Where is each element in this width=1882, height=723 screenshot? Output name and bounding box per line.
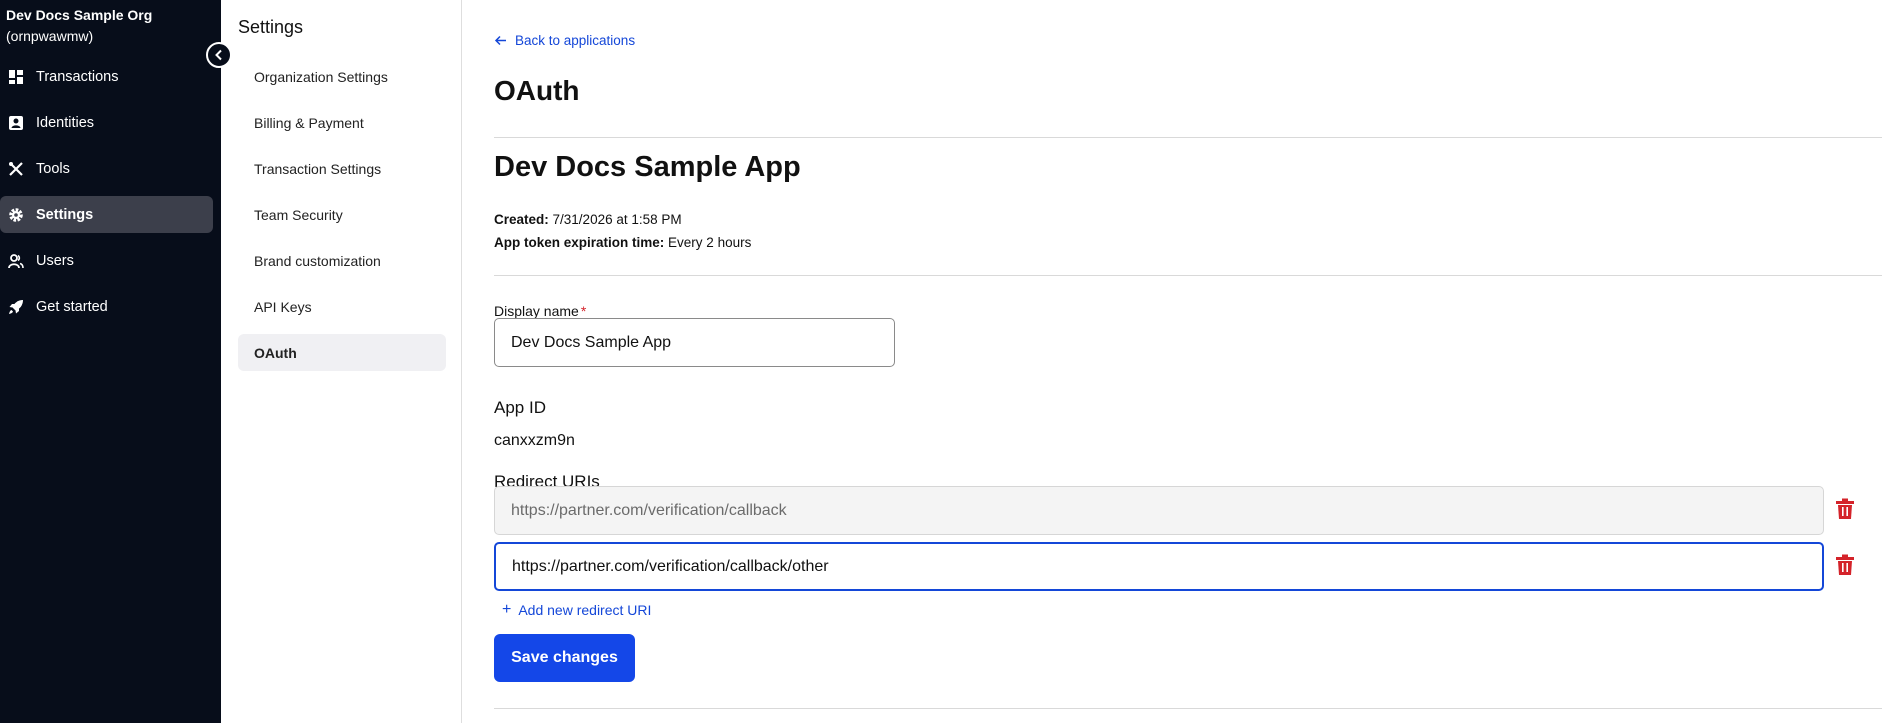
trash-icon — [1836, 554, 1854, 575]
display-name-input[interactable] — [494, 318, 895, 367]
subnav-title: Settings — [238, 17, 304, 37]
delete-redirect-uri-button[interactable] — [1834, 498, 1856, 520]
subnav-item-organization-settings[interactable]: Organization Settings — [238, 58, 446, 95]
chevron-left-icon — [215, 49, 222, 61]
subnav-item-transaction-settings[interactable]: Transaction Settings — [238, 150, 446, 187]
rocket-icon — [8, 299, 24, 315]
main-content: Back to applications OAuth Dev Docs Samp… — [462, 0, 1882, 723]
app-title: Dev Docs Sample App — [494, 151, 801, 183]
subnav-item-team-security[interactable]: Team Security — [238, 196, 446, 233]
subnav-item-brand-customization[interactable]: Brand customization — [238, 242, 446, 279]
divider — [494, 708, 1882, 709]
nav-item-tools[interactable]: Tools — [0, 150, 213, 187]
divider — [494, 137, 1882, 138]
trash-icon — [1836, 498, 1854, 519]
plus-icon: + — [502, 601, 512, 618]
org-id: (ornpwawmw) — [6, 28, 94, 44]
created-value: 7/31/2026 at 1:58 PM — [552, 212, 682, 227]
expiration-value: Every 2 hours — [668, 235, 752, 250]
subnav-item-oauth[interactable]: OAuth — [238, 334, 446, 371]
created-meta: Created: 7/31/2026 at 1:58 PM — [494, 212, 682, 227]
divider — [494, 275, 1882, 276]
subnav-item-api-keys[interactable]: API Keys — [238, 288, 446, 325]
tools-icon — [8, 161, 24, 177]
created-label: Created: — [494, 212, 549, 227]
collapse-sidebar-button[interactable] — [206, 42, 232, 68]
nav-item-label: Tools — [36, 160, 70, 177]
nav-item-settings[interactable]: Settings — [0, 196, 213, 233]
expiration-label: App token expiration time: — [494, 235, 665, 250]
expiration-meta: App token expiration time: Every 2 hours — [494, 235, 751, 250]
display-name-label-text: Display name — [494, 303, 579, 319]
display-name-label: Display name * — [494, 303, 586, 319]
arrow-left-icon — [494, 34, 507, 47]
main-sidebar: Dev Docs Sample Org (ornpwawmw) Transact… — [0, 0, 221, 723]
add-redirect-uri-link[interactable]: + Add new redirect URI — [502, 601, 652, 619]
subnav-item-billing-payment[interactable]: Billing & Payment — [238, 104, 446, 141]
redirect-uri-input[interactable] — [494, 486, 1824, 535]
nav-item-label: Users — [36, 252, 74, 269]
app-id-label: App ID — [494, 398, 546, 417]
org-name: Dev Docs Sample Org — [6, 7, 153, 23]
org-switcher[interactable]: Dev Docs Sample Org (ornpwawmw) — [6, 5, 152, 47]
app-id-value: canxxzm9n — [494, 432, 575, 449]
nav-item-label: Transactions — [36, 68, 119, 85]
back-link-label: Back to applications — [515, 33, 636, 48]
back-to-applications-link[interactable]: Back to applications — [494, 33, 635, 48]
nav-item-label: Identities — [36, 114, 95, 131]
gear-icon — [8, 207, 24, 223]
nav-item-label: Settings — [36, 206, 94, 223]
redirect-uri-input[interactable] — [494, 542, 1824, 591]
delete-redirect-uri-button[interactable] — [1834, 554, 1856, 576]
users-icon — [8, 253, 24, 269]
add-redirect-uri-label: Add new redirect URI — [518, 602, 652, 618]
nav-item-users[interactable]: Users — [0, 242, 213, 279]
settings-subnav: Settings Organization Settings Billing &… — [221, 0, 462, 723]
nav-item-get-started[interactable]: Get started — [0, 288, 213, 325]
id-card-icon — [8, 115, 24, 131]
nav-item-identities[interactable]: Identities — [0, 104, 213, 141]
required-mark: * — [580, 303, 587, 319]
dashboard-icon — [8, 69, 24, 85]
save-changes-button[interactable]: Save changes — [494, 634, 635, 682]
page-title: OAuth — [494, 75, 580, 106]
nav-item-label: Get started — [36, 298, 108, 315]
nav-item-transactions[interactable]: Transactions — [0, 58, 213, 95]
